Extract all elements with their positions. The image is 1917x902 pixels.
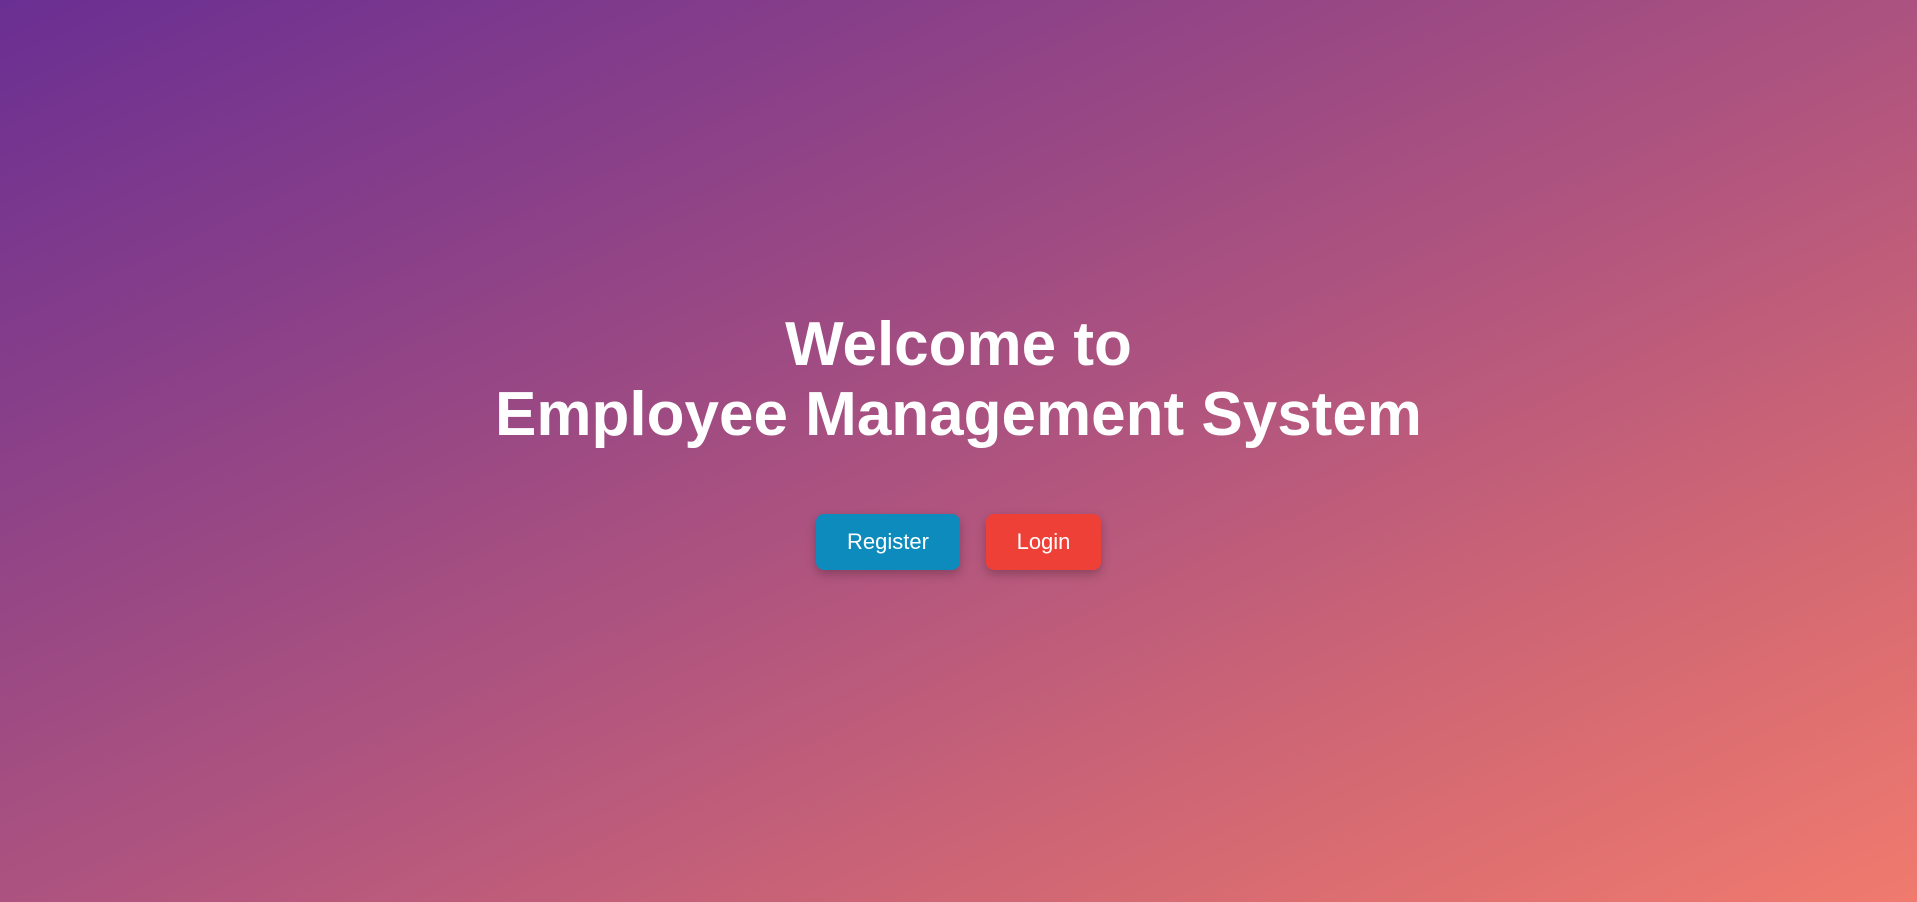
auth-actions: Register Login	[816, 514, 1101, 570]
hero-section: Welcome to Employee Management System Re…	[0, 0, 1917, 902]
title-line-welcome: Welcome to	[785, 310, 1132, 379]
page-title: Welcome to Employee Management System	[495, 310, 1422, 450]
register-button[interactable]: Register	[816, 514, 960, 570]
title-line-app-name: Employee Management System	[495, 380, 1422, 449]
login-button[interactable]: Login	[986, 514, 1101, 570]
